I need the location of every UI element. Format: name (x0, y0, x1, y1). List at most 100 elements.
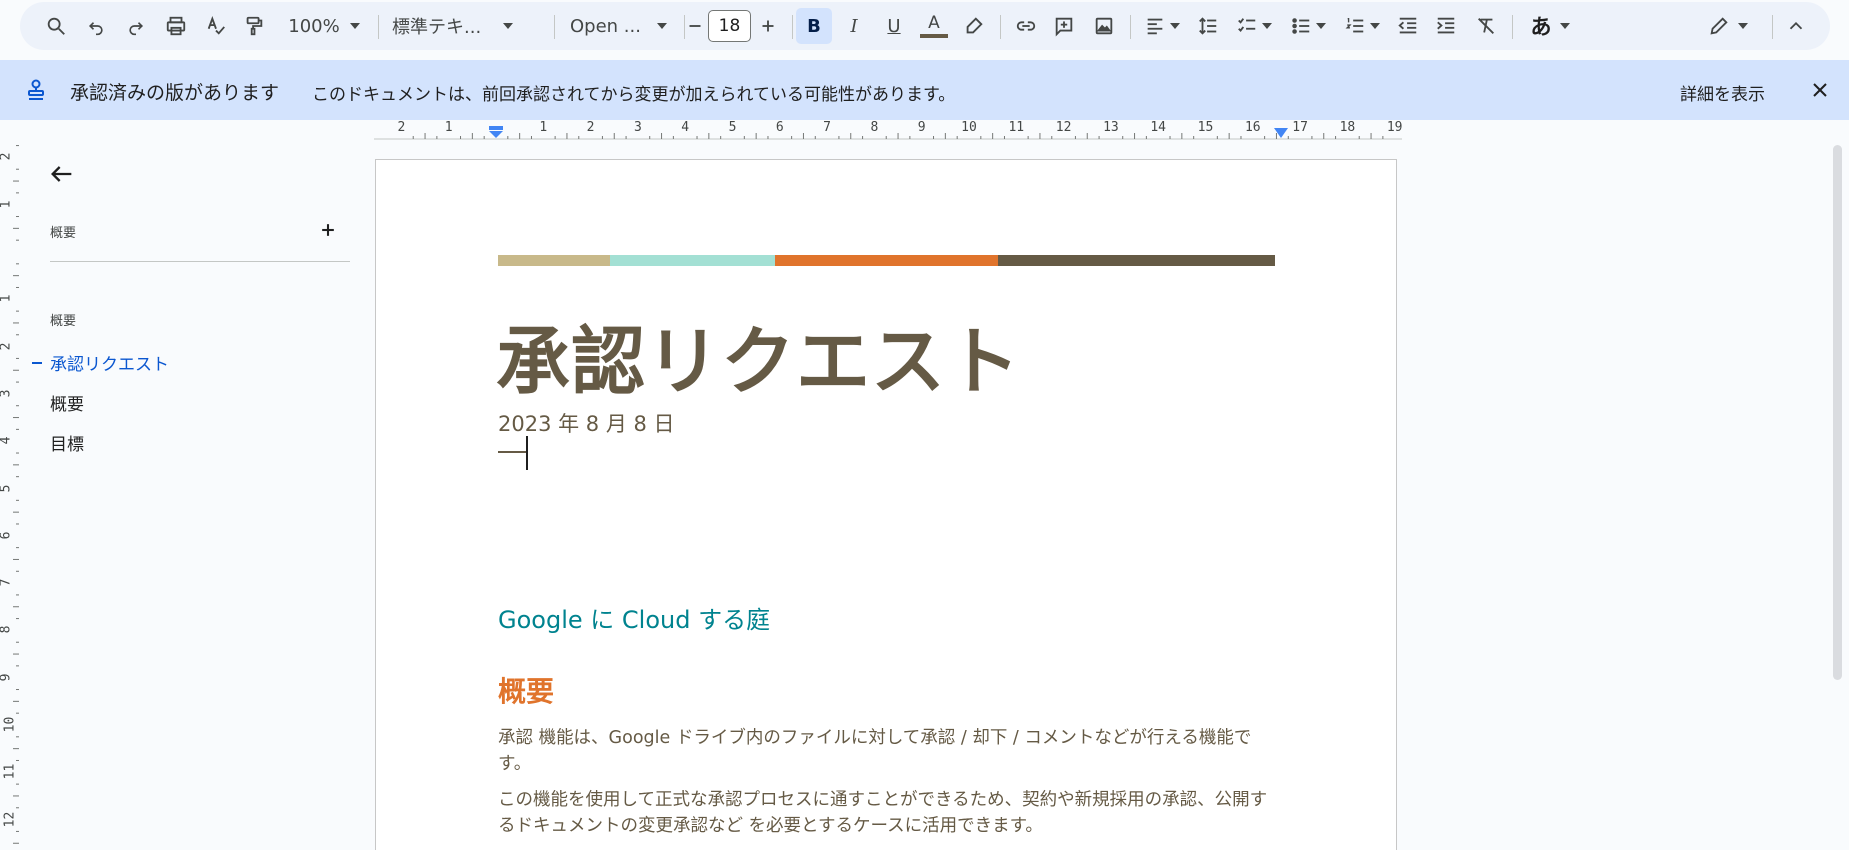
decrease-indent-icon[interactable] (1390, 8, 1426, 44)
increase-indent-icon[interactable] (1428, 8, 1464, 44)
ruler-label: 5 (728, 120, 737, 135)
text-color-swatch (920, 34, 948, 38)
chevron-down-icon (349, 23, 360, 29)
decrease-font-size-button[interactable] (680, 8, 710, 44)
line-spacing-icon[interactable] (1190, 8, 1226, 44)
back-arrow-icon[interactable] (48, 160, 76, 188)
outline-item-approval-request[interactable]: 承認リクエスト (50, 350, 169, 375)
undo-icon[interactable] (78, 8, 114, 44)
numbered-list-select[interactable] (1338, 8, 1386, 44)
ruler-label: 7 (0, 579, 13, 587)
link-icon[interactable] (1008, 8, 1044, 44)
outline-divider (50, 261, 350, 262)
add-summary-icon[interactable] (318, 220, 338, 240)
font-select[interactable]: Open ... (570, 8, 676, 44)
highlight-icon[interactable] (956, 8, 992, 44)
vertical-ruler[interactable]: 21123456789101112 (0, 140, 20, 850)
toolbar-divider (792, 15, 793, 39)
input-tools-label: あ (1530, 15, 1552, 39)
toolbar-divider (1000, 15, 1001, 39)
chevron-down-icon (503, 23, 514, 29)
checklist-icon (1238, 18, 1256, 32)
print-icon[interactable] (158, 8, 194, 44)
ruler-label: 17 (1292, 120, 1308, 135)
clear-formatting-icon[interactable] (1468, 8, 1504, 44)
ruler-label: 13 (1103, 120, 1119, 135)
heading-overview[interactable]: 概要 (498, 670, 554, 710)
spellcheck-icon[interactable] (198, 8, 234, 44)
checklist-select[interactable] (1230, 8, 1278, 44)
text-cursor (526, 436, 528, 470)
outline-item-overview[interactable]: 概要 (50, 390, 84, 415)
align-select[interactable] (1138, 8, 1186, 44)
ruler-label: 19 (1386, 120, 1403, 135)
view-details-link[interactable]: 詳細を表示 (1680, 80, 1765, 105)
color-bar-segment (998, 255, 1275, 266)
toolbar-divider (378, 15, 379, 39)
ruler-label: 1 (0, 200, 13, 208)
document-page[interactable]: 承認リクエスト 2023 年 8 月 8 日 Google に Cloud する… (375, 159, 1397, 850)
outline-section-label: 概要 (50, 314, 77, 329)
plus-icon (762, 20, 774, 32)
pencil-icon (1710, 17, 1728, 35)
ruler-label: 6 (775, 120, 784, 135)
ruler-label: 11 (2, 763, 18, 780)
ruler-label: 15 (1197, 120, 1214, 135)
underline-button[interactable]: U (876, 8, 912, 44)
style-value: 標準テキ... (392, 17, 482, 38)
toolbar-divider (1130, 15, 1131, 39)
ruler-label: 8 (870, 120, 879, 135)
document-title[interactable]: 承認リクエスト (496, 302, 1021, 409)
chevron-down-icon (1738, 23, 1748, 29)
search-menus-icon[interactable] (38, 8, 74, 44)
ruler-label: 6 (0, 531, 13, 539)
chevron-down-icon (1316, 23, 1326, 29)
ruler-label: 1 (444, 120, 453, 135)
insert-image-icon[interactable] (1086, 8, 1122, 44)
document-date[interactable]: 2023 年 8 月 8 日 (498, 408, 675, 438)
ruler-label: 18 (1339, 120, 1356, 135)
left-indent-marker[interactable] (489, 126, 503, 138)
text-color-label: A (928, 13, 940, 33)
ruler-label: 8 (0, 626, 13, 634)
add-comment-icon[interactable] (1046, 8, 1082, 44)
chevron-down-icon (1559, 23, 1570, 29)
ruler-label: 11 (1008, 120, 1025, 135)
stamp-icon (28, 79, 44, 100)
ruler-label: 2 (0, 153, 13, 161)
text-color-button[interactable]: A (916, 8, 952, 44)
ruler-label: 14 (1150, 120, 1167, 135)
right-indent-marker[interactable] (1274, 128, 1288, 138)
paragraph[interactable]: 承認 機能は、Google ドライブ内のファイルに対して承認 / 却下 / コメ… (498, 725, 1278, 777)
input-tools-select[interactable]: あ (1520, 8, 1580, 44)
minus-icon (689, 25, 701, 27)
numbered-list-icon (1345, 17, 1364, 33)
ruler-label: 1 (0, 295, 13, 303)
zoom-select[interactable]: 100% (282, 8, 366, 44)
paint-format-icon[interactable] (236, 8, 272, 44)
vertical-scrollbar[interactable] (1833, 145, 1842, 680)
increase-font-size-button[interactable] (753, 8, 783, 44)
document-subtitle[interactable]: Google に Cloud する庭 (498, 600, 770, 635)
italic-button[interactable]: I (836, 8, 872, 44)
chevron-down-icon (656, 23, 667, 29)
ruler-label: 3 (0, 389, 13, 397)
chevron-down-icon (1170, 23, 1180, 29)
hide-menus-icon[interactable] (1778, 8, 1814, 44)
ruler-label: 9 (917, 120, 926, 135)
ruler-label: 2 (0, 342, 13, 350)
style-select[interactable]: 標準テキ... (392, 8, 542, 44)
bold-button[interactable]: B (796, 8, 832, 44)
color-bar-segment (498, 255, 610, 266)
editing-mode-select[interactable] (1700, 8, 1756, 44)
redo-icon[interactable] (118, 8, 154, 44)
ruler-label: 16 (1244, 120, 1261, 135)
outline-item-goals[interactable]: 目標 (50, 430, 84, 455)
bulleted-list-select[interactable] (1284, 8, 1332, 44)
ruler-ticks (13, 145, 19, 844)
ruler-label: 12 (1055, 120, 1072, 135)
close-icon[interactable] (1808, 78, 1832, 102)
font-size-input[interactable]: 18 (708, 10, 751, 42)
paragraph[interactable]: この機能を使用して正式な承認プロセスに通すことができるため、契約や新規採用の承認… (498, 787, 1278, 839)
horizontal-ruler[interactable]: 2 1 1 2 3 4 5 6 7 8 9 10 11 12 13 14 15 16 17 18 19 (374, 120, 1403, 140)
